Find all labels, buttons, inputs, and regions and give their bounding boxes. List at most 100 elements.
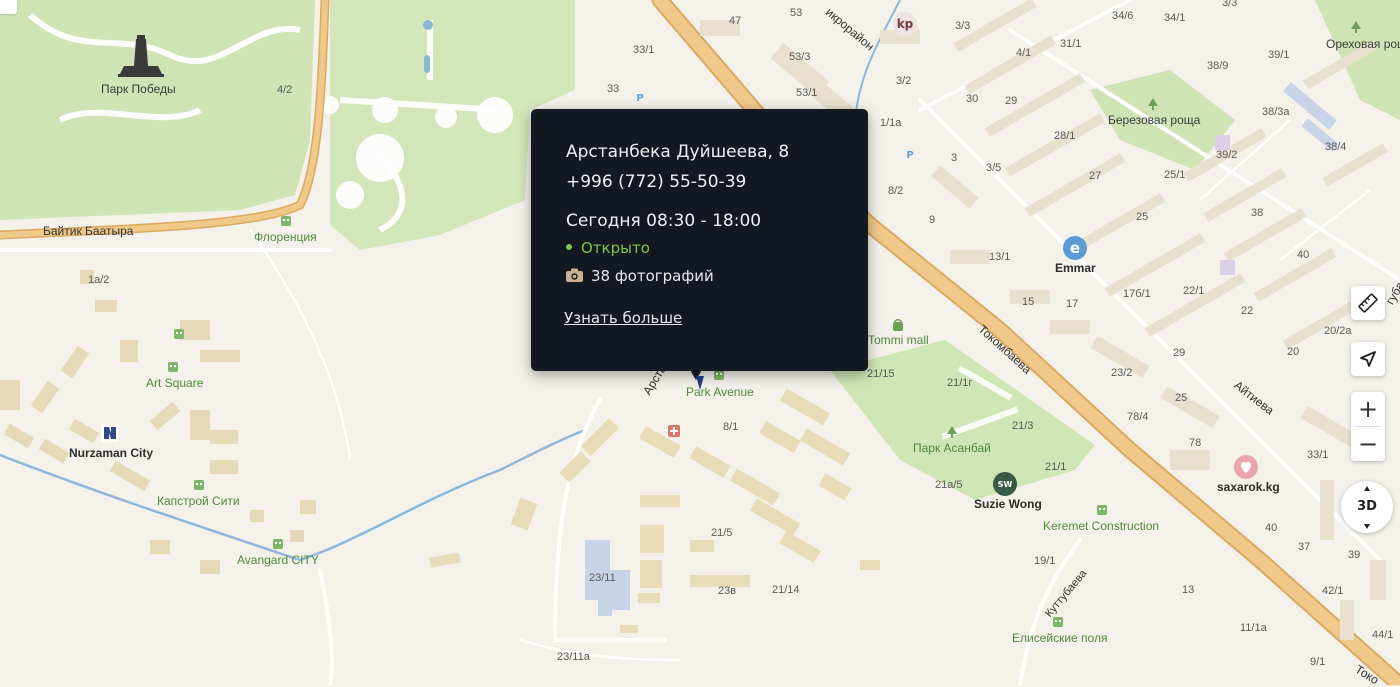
popup-status: Открыто	[566, 239, 650, 257]
house-number: 78	[1189, 437, 1202, 449]
house-number: 22/1	[1183, 285, 1205, 297]
house-number: 9/1	[1310, 656, 1326, 668]
house-number: 17	[1066, 298, 1079, 310]
street-baytik: Байтик Баатыра	[43, 224, 134, 238]
emmar-logo-icon[interactable]: e	[1063, 236, 1087, 260]
house-number: 47	[729, 15, 742, 27]
ruler-button[interactable]	[1351, 286, 1385, 320]
house-number: 22	[1241, 305, 1254, 317]
poi-keremet[interactable]: Keremet Construction	[1043, 519, 1159, 533]
svg-text:P: P	[906, 150, 913, 160]
house-number: 23/2	[1111, 367, 1133, 379]
poi-art-square[interactable]: Art Square	[146, 376, 203, 390]
house-number: 27	[1089, 170, 1102, 182]
corner-control[interactable]	[0, 0, 17, 14]
tree-icon-2	[1351, 21, 1361, 33]
house-number: 1/1а	[880, 117, 902, 129]
poi-suzie[interactable]: Suzie Wong	[974, 497, 1042, 511]
house-number: 3/3	[1222, 0, 1238, 9]
more-info-link[interactable]: Узнать больше	[564, 309, 682, 327]
place-popup: Арстанбека Дуйшеева, 8 +996 (772) 55-50-…	[531, 109, 868, 371]
tilt-down-icon[interactable]	[1364, 524, 1370, 529]
house-number: 9	[929, 214, 936, 226]
label-berezovaya[interactable]: Березовая роща	[1108, 113, 1200, 127]
building-icon-7	[1053, 617, 1063, 627]
house-number: 21/1	[1045, 461, 1067, 473]
building-icon-4	[194, 480, 204, 490]
poi-emmar[interactable]: Emmar	[1055, 261, 1096, 275]
house-number: 40	[1265, 522, 1278, 534]
house-number: 21/14	[772, 584, 800, 596]
house-number: 25	[1136, 211, 1149, 223]
locate-button[interactable]	[1351, 342, 1385, 376]
house-number: 4/2	[277, 84, 293, 96]
house-number: 20	[1287, 346, 1300, 358]
camera-icon	[566, 268, 583, 282]
house-number: 8/2	[888, 185, 904, 197]
building-icon-6	[1097, 505, 1107, 515]
house-number: 39/1	[1268, 49, 1290, 61]
house-number: 25	[1175, 392, 1188, 404]
zoom-in-button[interactable]: +	[1351, 392, 1385, 426]
poi-avangard[interactable]: Avangard CITY	[237, 553, 319, 567]
poi-eliseyskie[interactable]: Елисейские поля	[1012, 631, 1107, 645]
poi-kapstroy[interactable]: Капстрой Сити	[157, 494, 240, 508]
zoom-out-button[interactable]: −	[1351, 427, 1385, 461]
house-number: 53/1	[796, 87, 818, 99]
nurzaman-logo-icon[interactable]	[101, 424, 119, 442]
house-number: 20/2а	[1324, 325, 1352, 337]
house-number: 21/3	[1012, 420, 1034, 432]
navigation-arrow-icon	[1360, 351, 1376, 367]
house-number: 38/9	[1207, 60, 1229, 72]
suzie-logo-icon[interactable]: SW	[993, 472, 1017, 496]
poi-saxarok[interactable]: saxarok.kg	[1217, 480, 1280, 494]
kp-logo-icon[interactable]: kp	[893, 12, 917, 36]
house-number: 42/1	[1322, 585, 1344, 597]
zoom-controls: + −	[1351, 392, 1385, 461]
house-number: 53	[790, 7, 803, 19]
popup-hours: Сегодня 08:30 - 18:00	[566, 211, 762, 231]
status-dot-icon	[566, 243, 572, 250]
tree-icon	[1148, 98, 1158, 110]
house-number: 38	[1251, 207, 1264, 219]
poi-park-asanbay[interactable]: Парк Асанбай	[913, 441, 991, 455]
label-park-pobedy[interactable]: Парк Победы	[101, 82, 176, 96]
house-number: 40	[1297, 249, 1310, 261]
house-number: 38/4	[1325, 141, 1347, 153]
house-number: 28/1	[1054, 130, 1076, 142]
house-number: 1а/2	[88, 274, 110, 286]
house-number: 29	[1005, 95, 1018, 107]
view-3d-label: 3D	[1357, 499, 1377, 514]
ruler-icon	[1358, 293, 1378, 313]
house-number: 11/1а	[1240, 622, 1267, 634]
house-number: 25/1	[1164, 169, 1186, 181]
house-number: 78/4	[1127, 411, 1149, 423]
house-number: 21/15	[867, 368, 895, 380]
view-3d-button[interactable]: 3D	[1341, 481, 1393, 533]
parking-icon: P	[636, 93, 643, 103]
house-number: 33/1	[1307, 449, 1329, 461]
building-icon	[281, 216, 291, 226]
poi-nurzaman[interactable]: Nurzaman City	[69, 446, 153, 460]
svg-text:SW: SW	[998, 480, 1013, 489]
location-pin-icon[interactable]	[694, 366, 706, 390]
house-number: 53/3	[789, 51, 811, 63]
house-number: 21а/5	[935, 479, 963, 491]
house-number: 23/11а	[557, 651, 590, 663]
popup-phone[interactable]: +996 (772) 55-50-39	[566, 172, 746, 192]
house-number: 23/11	[589, 572, 616, 584]
poi-tommi[interactable]: Tommi mall	[868, 333, 929, 347]
poi-florentsiya[interactable]: Флоренция	[254, 230, 317, 244]
tree-icon-3	[947, 426, 957, 438]
house-number: 44/1	[1372, 629, 1394, 641]
tilt-up-icon[interactable]	[1364, 486, 1370, 491]
saxarok-logo-icon[interactable]	[1234, 455, 1258, 479]
popup-photos[interactable]: 38 фотографий	[566, 267, 714, 285]
house-number: 3/2	[896, 75, 912, 87]
house-number: 31/1	[1060, 38, 1082, 50]
popup-status-text: Открыто	[581, 239, 650, 257]
house-number: 29	[1173, 347, 1186, 359]
shopping-bag-icon	[893, 319, 903, 331]
popup-address: Арстанбека Дуйшеева, 8	[566, 142, 790, 162]
label-orekhovaya[interactable]: Ореховая роща	[1326, 37, 1400, 51]
